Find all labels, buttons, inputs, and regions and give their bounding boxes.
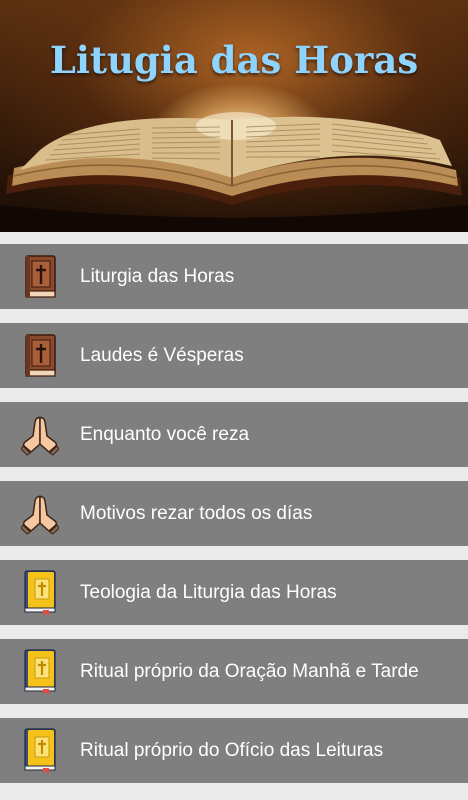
menu-item-label: Ritual próprio do Ofício das Leituras	[80, 739, 384, 761]
menu-item-label: Enquanto você reza	[80, 423, 250, 445]
menu-list: Liturgia das Horas Laudes é Vésperas Enq…	[0, 232, 468, 783]
yellow-bible-icon	[0, 718, 80, 783]
menu-item-ritual-oracao[interactable]: Ritual próprio da Oração Manhã e Tarde	[0, 639, 468, 704]
yellow-bible-icon	[0, 560, 80, 625]
praying-hands-icon	[0, 481, 80, 546]
praying-hands-icon	[0, 402, 80, 467]
menu-item-label: Laudes é Vésperas	[80, 344, 244, 366]
menu-item-label: Motivos rezar todos os días	[80, 502, 313, 524]
menu-item-motivos-rezar[interactable]: Motivos rezar todos os días	[0, 481, 468, 546]
menu-item-label: Liturgia das Horas	[80, 265, 235, 287]
menu-item-label: Teologia da Liturgia das Horas	[80, 581, 337, 603]
menu-item-liturgia-das-horas[interactable]: Liturgia das Horas	[0, 244, 468, 309]
menu-item-teologia[interactable]: Teologia da Liturgia das Horas	[0, 560, 468, 625]
header-banner: Litugia das Horas	[0, 0, 468, 232]
bible-book-icon	[0, 244, 80, 309]
bible-book-icon	[0, 323, 80, 388]
menu-item-label: Ritual próprio da Oração Manhã e Tarde	[80, 660, 419, 682]
page-title: Litugia das Horas	[49, 38, 419, 82]
menu-item-laudes-vesperas[interactable]: Laudes é Vésperas	[0, 323, 468, 388]
menu-item-enquanto-voce-reza[interactable]: Enquanto você reza	[0, 402, 468, 467]
yellow-bible-icon	[0, 639, 80, 704]
open-bible-image	[0, 112, 468, 232]
menu-item-ritual-oficio[interactable]: Ritual próprio do Ofício das Leituras	[0, 718, 468, 783]
